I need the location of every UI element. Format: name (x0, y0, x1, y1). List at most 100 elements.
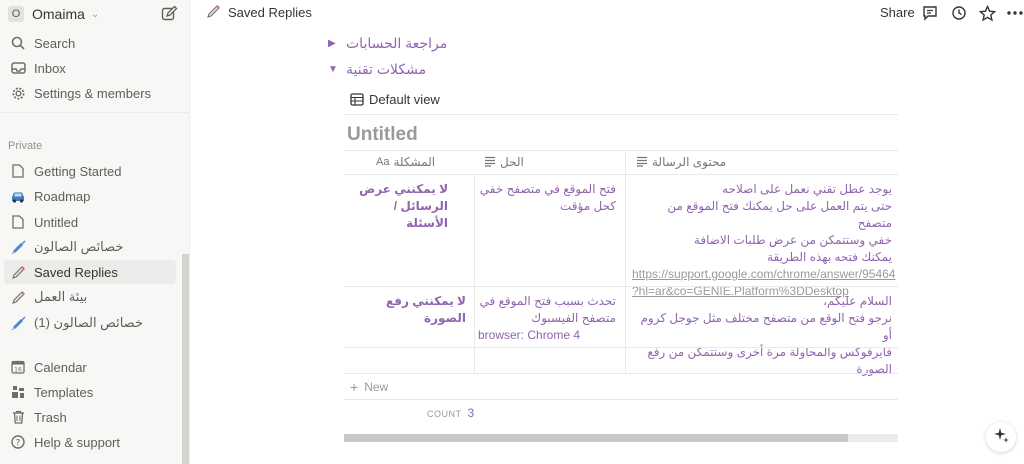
more-icon[interactable] (1006, 4, 1024, 22)
syringe-icon (10, 239, 26, 255)
sidebar-item-label: خصائص الصالون (1) (34, 315, 143, 330)
sidebar-page-salon-features-1[interactable]: خصائص الصالون (1) (4, 311, 176, 335)
svg-text:?: ? (16, 439, 21, 449)
sidebar-scrollbar[interactable] (182, 254, 189, 464)
sidebar-item-trash[interactable]: Trash (4, 405, 176, 429)
syringe-icon (10, 315, 26, 331)
row-border (344, 286, 898, 287)
sidebar-item-templates[interactable]: Templates (4, 380, 176, 404)
count-value: 3 (467, 406, 475, 420)
star-icon[interactable] (978, 4, 996, 22)
sidebar-item-label: Templates (34, 384, 94, 400)
message-line: يوجد عطل تقني نعمل على اصلاحه (722, 182, 892, 196)
column-separator (625, 150, 626, 373)
table-cell-problem[interactable]: لا يمكنني عرض الرسائل / الأسئلة (350, 181, 448, 232)
text-icon (484, 156, 496, 168)
pencil-icon (206, 4, 222, 20)
sidebar-page-work-environment[interactable]: بيئة العمل (4, 285, 176, 309)
sidebar-item-help[interactable]: ? Help & support (4, 430, 176, 454)
column-header-problem[interactable]: Aa المشكلة (376, 152, 435, 172)
sidebar-page-salon-features[interactable]: خصائص الصالون (4, 235, 176, 259)
toggle-label: مشكلات تقنية (346, 61, 427, 77)
message-line: السلام عليكم، (823, 294, 892, 308)
sidebar-item-label: خصائص الصالون (34, 239, 124, 254)
section-label-private: Private (8, 140, 43, 152)
comment-icon[interactable] (921, 4, 939, 22)
ai-assistant-button[interactable] (986, 422, 1016, 452)
sidebar-item-label: Trash (34, 409, 67, 425)
horizontal-scrollbar[interactable] (344, 434, 898, 442)
column-header-solution[interactable]: الحل (480, 152, 524, 172)
solution-line: متصفح الفيسبوك (531, 311, 616, 325)
sidebar-item-label: Settings & members (34, 85, 152, 101)
app-root: O Omaima ⌄ Search Inbox Settings & membe… (0, 0, 1024, 464)
sidebar-page-saved-replies[interactable]: Saved Replies (4, 260, 176, 284)
message-link[interactable]: https://support.google.com/chrome/answer… (632, 266, 895, 283)
scrollbar-thumb[interactable] (344, 434, 849, 442)
column-separator (474, 174, 475, 373)
topbar: Saved Replies Share (190, 0, 1024, 26)
sidebar-item-label: Untitled (34, 214, 79, 230)
search-icon (10, 35, 26, 51)
trash-icon (10, 409, 26, 425)
sidebar-item-label: Getting Started (34, 163, 122, 179)
workspace-avatar: O (8, 6, 24, 22)
table-footer-border (344, 399, 898, 400)
sidebar-page-roadmap[interactable]: Roadmap (4, 184, 176, 208)
view-divider (344, 114, 898, 115)
sidebar-item-calendar[interactable]: 16 Calendar (4, 355, 176, 379)
toggle-technical-issues[interactable]: ▼ مشكلات تقنية (328, 61, 426, 78)
sidebar-item-label: Saved Replies (34, 264, 118, 280)
sidebar-page-untitled[interactable]: Untitled (4, 210, 176, 234)
breadcrumb[interactable]: Saved Replies (206, 4, 312, 20)
history-icon[interactable] (950, 4, 968, 22)
column-label: المشكلة (393, 155, 436, 169)
solution-line: تحدث بسبب فتح الموقع في (479, 294, 616, 308)
message-line: حتى يتم العمل على حل يمكنك فتح الموقع من… (667, 199, 892, 230)
pencil-icon (10, 289, 26, 305)
new-page-icon[interactable] (160, 5, 178, 23)
page-title: Saved Replies (228, 4, 312, 20)
message-line: خفي وستتمكن من عرض طلبات الاضافة (693, 233, 892, 247)
sidebar-item-inbox[interactable]: Inbox (4, 56, 176, 80)
sidebar-page-getting-started[interactable]: Getting Started (4, 159, 176, 183)
table-cell-message[interactable]: السلام عليكم، نرجو فتح الوقع من متصفح مخ… (632, 293, 892, 378)
view-tab-default[interactable]: Default view (350, 92, 440, 107)
text-icon (636, 156, 648, 168)
table-cell-problem[interactable]: لا يمكنني رفع الصورة (350, 293, 466, 327)
sidebar-item-label: Roadmap (34, 188, 91, 204)
title-property-icon: Aa (376, 156, 390, 168)
page-icon (10, 163, 26, 179)
column-label: محتوى الرسالة (652, 155, 727, 169)
sparkle-icon (993, 427, 1009, 448)
sidebar: O Omaima ⌄ Search Inbox Settings & membe… (0, 0, 190, 464)
sidebar-item-label: Inbox (34, 60, 66, 76)
workspace-switcher[interactable]: O Omaima ⌄ (8, 4, 182, 24)
triangle-down-icon[interactable]: ▼ (328, 64, 338, 75)
sidebar-item-search[interactable]: Search (4, 31, 176, 55)
sidebar-item-settings[interactable]: Settings & members (4, 81, 176, 105)
calendar-icon: 16 (10, 359, 26, 375)
inbox-icon (10, 60, 26, 76)
plus-icon: + (350, 379, 359, 395)
sidebar-item-label: Help & support (34, 434, 120, 450)
solution-line: browser: Chrome 4 (478, 328, 581, 342)
triangle-right-icon[interactable]: ▶ (328, 38, 338, 49)
templates-icon (10, 384, 26, 400)
row-border (344, 347, 898, 348)
svg-text:16: 16 (14, 367, 22, 374)
chevron-down-icon: ⌄ (90, 8, 100, 20)
sidebar-item-label: Search (34, 35, 76, 51)
toggle-account-review[interactable]: ▶ مراجعة الحسابات (328, 35, 447, 52)
column-header-message[interactable]: محتوى الرسالة (632, 152, 726, 172)
sidebar-item-label: بيئة العمل (34, 289, 88, 304)
database-title[interactable]: Untitled (347, 124, 418, 146)
table-cell-message[interactable]: يوجد عطل تقني نعمل على اصلاحه حتى يتم ال… (632, 181, 895, 300)
new-row-button[interactable]: + New (350, 379, 388, 395)
table-top-border (344, 150, 898, 151)
table-cell-solution[interactable]: تحدث بسبب فتح الموقع في متصفح الفيسبوك b… (478, 293, 616, 344)
count-calculation[interactable]: COUNT 3 (427, 406, 474, 420)
share-button[interactable]: Share (880, 5, 915, 20)
count-label: COUNT (427, 409, 462, 419)
table-cell-solution[interactable]: فتح الموقع في متصفح خفي كحل مؤقت (478, 181, 616, 215)
